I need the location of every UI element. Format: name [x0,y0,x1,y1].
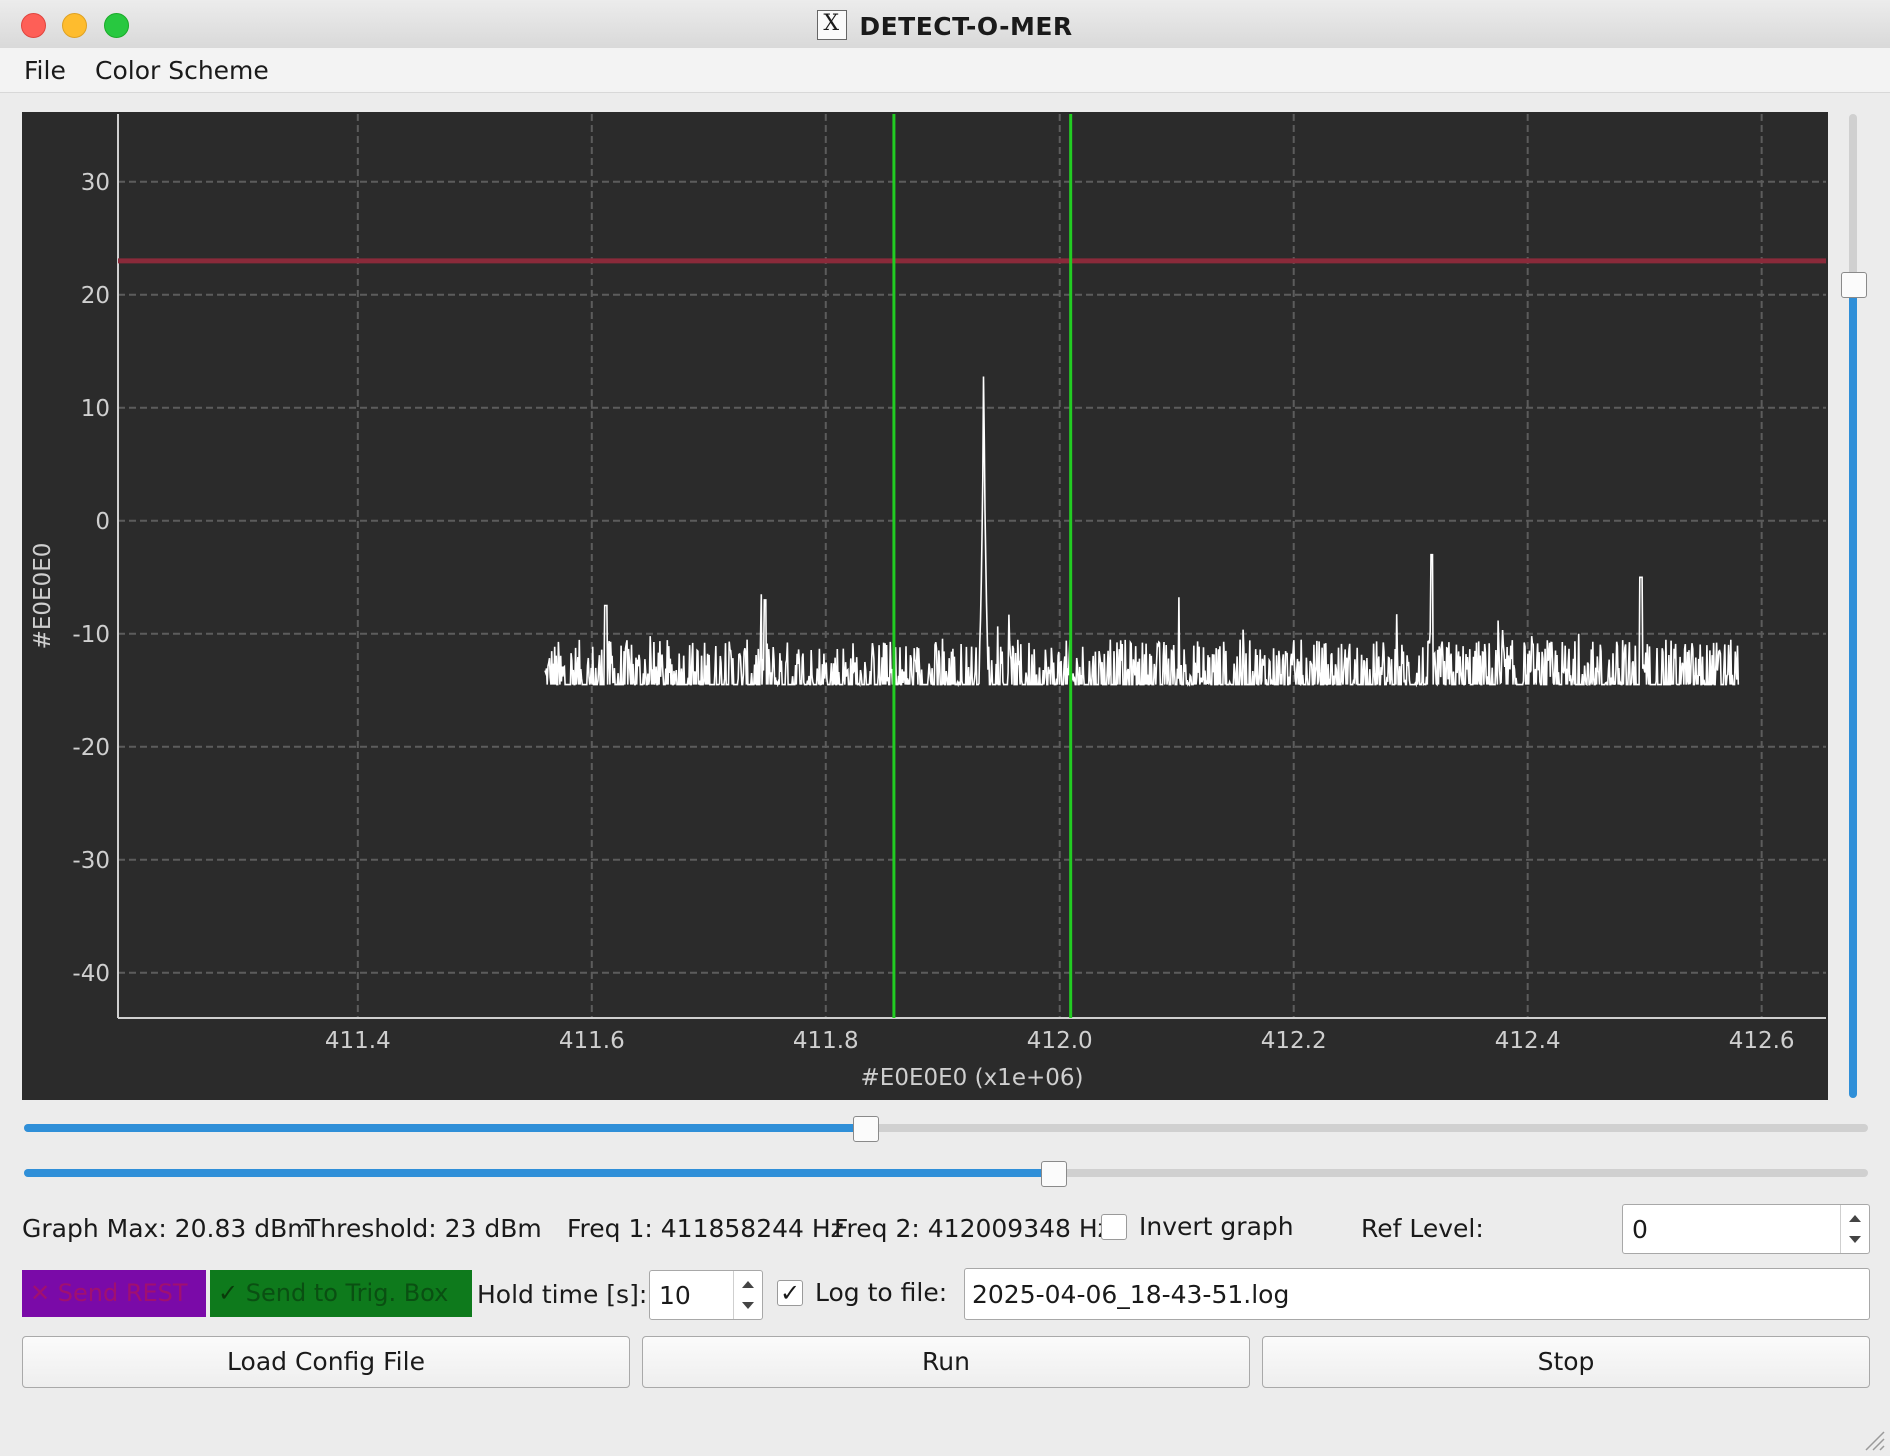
stop-button[interactable]: Stop [1262,1336,1870,1388]
hold-time-value: 10 [659,1281,691,1310]
load-config-button[interactable]: Load Config File [22,1336,630,1388]
freq2-slider-handle[interactable] [1041,1161,1067,1187]
y-tick-label: 20 [81,283,110,309]
spin-up-icon[interactable] [742,1281,754,1288]
checkmark-icon: ✓ [779,1279,801,1307]
send-rest-toggle[interactable]: ✕ Send REST [22,1270,206,1317]
log-to-file-checkbox[interactable]: ✓ [777,1280,803,1306]
x-tick-label: 411.4 [325,1028,391,1054]
title-bar: DETECT-O-MER [0,0,1890,49]
y-axis-label: #E0E0E0 [30,543,56,650]
run-button[interactable]: Run [642,1336,1250,1388]
y-tick-label: -40 [72,961,110,987]
y-tick-label: -30 [72,848,110,874]
y-tick-label: -10 [72,622,110,648]
x-axis-label: #E0E0E0 (x1e+06) [861,1065,1084,1091]
spectrum-plot[interactable]: 411.4 411.6 411.8 412.0 412.2 412.4 412.6 30 20 1… [22,112,1828,1100]
spin-up-icon[interactable] [1849,1215,1861,1222]
x11-icon [817,10,848,40]
hold-time-label: Hold time [s]: [477,1280,648,1309]
y-tick-label: -20 [72,735,110,761]
freq1-label: Freq 1: 411858244 Hz [567,1214,844,1243]
ref-level-value: 0 [1632,1215,1648,1244]
invert-graph-checkbox[interactable] [1101,1214,1127,1240]
x-tick-label: 412.0 [1027,1028,1093,1054]
x-tick-label: 412.4 [1495,1028,1561,1054]
threshold-label: Threshold: 23 dBm [305,1214,542,1243]
resize-grip-icon[interactable] [1862,1428,1886,1452]
invert-graph-label: Invert graph [1139,1212,1294,1241]
spectrum-chart[interactable]: 411.4 411.6 411.8 412.0 412.2 412.4 412.6 30 20 1… [22,112,1828,1100]
freq2-label: Freq 2: 412009348 Hz [834,1214,1111,1243]
checkmark-icon: ✓ [218,1279,246,1307]
window-title: DETECT-O-MER [859,12,1073,41]
ref-level-slider-handle[interactable] [1841,272,1867,298]
freq1-slider-fill [24,1124,864,1132]
y-tick-label: 30 [81,170,110,196]
log-to-file-label: Log to file: [815,1278,948,1307]
log-file-input[interactable]: 2025-04-06_18-43-51.log [964,1268,1870,1320]
send-rest-label: Send REST [57,1279,188,1307]
x-tick-label: 411.8 [793,1028,859,1054]
send-trig-label: Send to Trig. Box [245,1279,449,1307]
log-file-value: 2025-04-06_18-43-51.log [972,1280,1290,1309]
ref-level-slider-fill [1849,284,1857,1098]
unchecked-icon: ✕ [30,1279,58,1307]
graph-max-label: Graph Max: 20.83 dBm [22,1214,312,1243]
send-to-trig-box-toggle[interactable]: ✓ Send to Trig. Box [210,1270,472,1317]
menu-bar: File Color Scheme [0,48,1890,93]
spectrum-trace [544,376,1740,688]
y-tick-label: 10 [81,396,110,422]
hold-time-spinbox[interactable]: 10 [649,1270,763,1320]
menu-color-scheme[interactable]: Color Scheme [95,56,269,85]
x-tick-label: 411.6 [559,1028,625,1054]
spin-down-icon[interactable] [1849,1236,1861,1243]
ref-level-label: Ref Level: [1361,1214,1484,1243]
x-tick-label: 412.6 [1729,1028,1795,1054]
spin-down-icon[interactable] [742,1302,754,1309]
ref-level-spinbox[interactable]: 0 [1622,1204,1870,1254]
menu-file[interactable]: File [24,56,66,85]
y-tick-label: 0 [95,509,110,535]
freq1-slider-handle[interactable] [853,1116,879,1142]
x-tick-label: 412.2 [1261,1028,1327,1054]
freq2-slider-fill [24,1169,1053,1177]
